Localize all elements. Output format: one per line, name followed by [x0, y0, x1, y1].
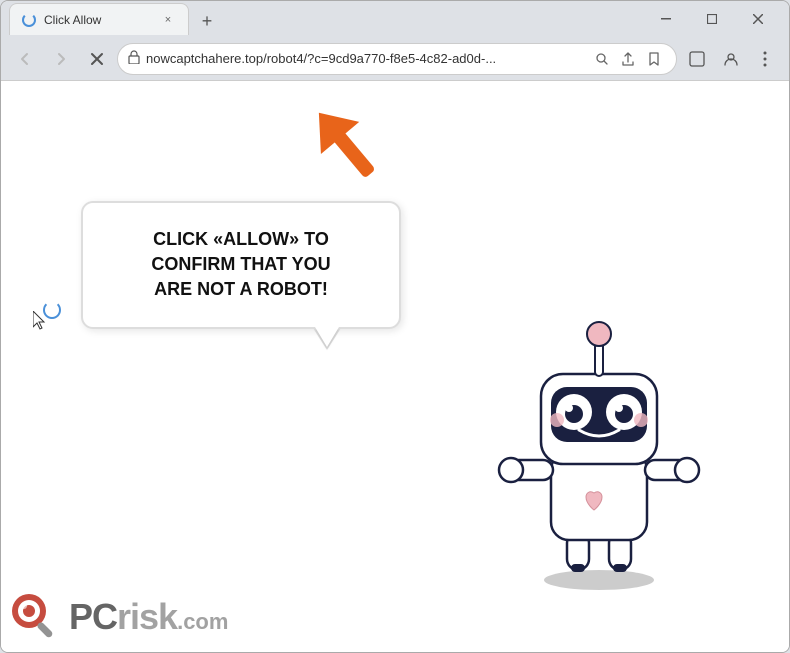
address-bar-actions — [590, 47, 666, 71]
close-window-button[interactable] — [735, 1, 781, 37]
active-tab[interactable]: Click Allow × — [9, 3, 189, 35]
extensions-button[interactable] — [681, 43, 713, 75]
toolbar: nowcaptchahere.top/robot4/?c=9cd9a770-f8… — [1, 37, 789, 81]
cursor — [33, 311, 45, 329]
profile-button[interactable] — [715, 43, 747, 75]
title-bar: Click Allow × + — [1, 1, 789, 37]
minimize-button[interactable] — [643, 1, 689, 37]
pcrisk-risk: risk — [117, 596, 177, 638]
address-bar[interactable]: nowcaptchahere.top/robot4/?c=9cd9a770-f8… — [117, 43, 677, 75]
new-tab-button[interactable]: + — [193, 7, 221, 35]
reload-button[interactable] — [81, 43, 113, 75]
page-content: CLICK «ALLOW» TO CONFIRM THAT YOU ARE NO… — [1, 81, 789, 652]
bookmark-button[interactable] — [642, 47, 666, 71]
tab-close-button[interactable]: × — [160, 12, 176, 28]
browser-window: Click Allow × + — [0, 0, 790, 653]
tabs-area: Click Allow × + — [9, 3, 643, 35]
orange-arrow — [296, 96, 406, 211]
robot-illustration — [489, 312, 709, 592]
forward-button[interactable] — [45, 43, 77, 75]
menu-button[interactable] — [749, 43, 781, 75]
back-button[interactable] — [9, 43, 41, 75]
url-text: nowcaptchahere.top/robot4/?c=9cd9a770-f8… — [146, 51, 584, 66]
pcrisk-logo-icon — [9, 591, 61, 643]
pcrisk-domain: .com — [177, 609, 228, 635]
lock-icon — [128, 50, 140, 67]
restore-button[interactable] — [689, 1, 735, 37]
tab-title: Click Allow — [44, 13, 152, 27]
speech-bubble: CLICK «ALLOW» TO CONFIRM THAT YOU ARE NO… — [81, 201, 401, 329]
pcrisk-watermark: PC risk .com — [1, 582, 251, 652]
bubble-text: CLICK «ALLOW» TO CONFIRM THAT YOU ARE NO… — [111, 227, 371, 303]
pcrisk-pc: PC — [69, 596, 117, 638]
toolbar-right — [681, 43, 781, 75]
share-button[interactable] — [616, 47, 640, 71]
title-bar-inner: Click Allow × + — [9, 1, 781, 37]
search-address-button[interactable] — [590, 47, 614, 71]
tab-loading-spinner — [22, 13, 36, 27]
pcrisk-text-group: PC risk .com — [69, 596, 228, 638]
